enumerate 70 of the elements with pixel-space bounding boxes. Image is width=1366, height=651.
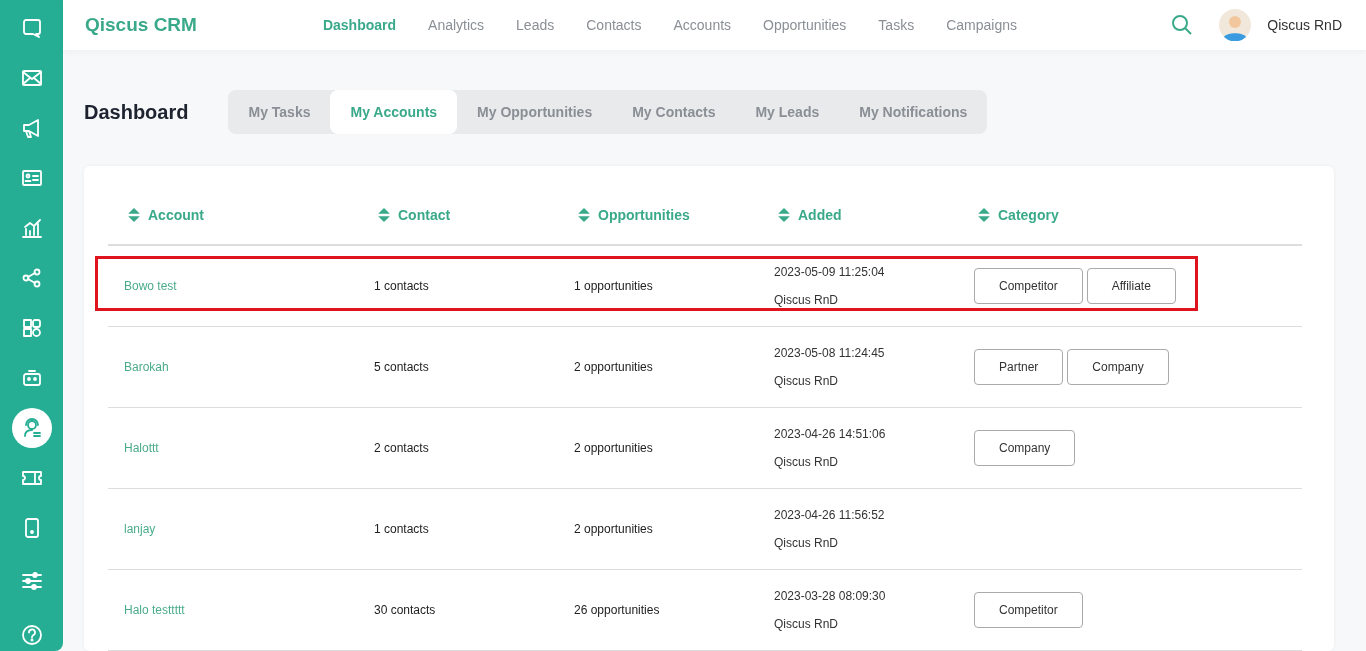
table-cell: 1 contacts [374,522,429,536]
date-text: 2023-04-26 14:51:06 [774,427,886,441]
brand-name: Qiscus CRM [85,14,197,36]
nav-link[interactable]: Accounts [673,17,732,33]
share-icon [20,267,43,289]
column-header[interactable]: Category [998,207,1059,223]
category-tag[interactable]: Competitor [974,592,1083,628]
table-cell: 30 contacts [374,603,436,617]
column-header[interactable]: Opportunities [598,207,690,223]
avatar-icon[interactable] [1219,9,1252,41]
grid-icon [20,317,43,339]
tab[interactable]: My Leads [735,90,840,134]
page-title: Dashboard [84,100,189,124]
sort-icon[interactable] [128,208,140,222]
account-link[interactable]: Barokah [124,360,169,374]
nav-link[interactable]: Analytics [428,17,485,33]
sort-icon[interactable] [378,208,390,222]
mail-icon [20,67,43,89]
tab[interactable]: My Contacts [612,90,736,134]
author-text: Qiscus RnD [774,536,838,550]
column-header[interactable]: Account [148,207,204,223]
table-cell: 1 opportunities [574,279,653,293]
settings-icon [20,570,43,592]
category-tag[interactable]: Affiliate [1086,268,1176,304]
tab[interactable]: My Opportunities [457,90,613,134]
tab[interactable]: My Accounts [330,90,458,134]
account-link[interactable]: Halottt [124,441,159,455]
sort-icon[interactable] [778,208,790,222]
author-text: Qiscus RnD [774,617,838,631]
nav-link[interactable]: Tasks [878,17,915,33]
chat-icon [20,17,43,39]
tab[interactable]: My Tasks [228,90,331,134]
nav-link[interactable]: Dashboard [322,17,397,33]
table-cell: 5 contacts [374,360,429,374]
help-icon [20,624,43,646]
account-link[interactable]: Bowo test [124,279,177,293]
column-header[interactable]: Added [798,207,842,223]
table-cell: 2 opportunities [574,522,653,536]
nav-link[interactable]: Contacts [586,17,642,33]
table-cell: 1 contacts [374,279,429,293]
category-tag[interactable]: Partner [974,349,1064,385]
nav-link[interactable]: Opportunities [763,17,847,33]
robot-icon [20,367,43,389]
author-text: Qiscus RnD [774,455,838,469]
account-link[interactable]: lanjay [124,522,156,536]
column-header[interactable]: Contact [398,207,451,223]
sidebar-item[interactable] [11,408,52,448]
author-text: Qiscus RnD [774,293,838,307]
category-tag[interactable]: Competitor [974,268,1083,304]
date-text: 2023-05-08 11:24:45 [774,346,885,360]
category-tag[interactable]: Company [1067,349,1169,385]
category-tag[interactable]: Company [974,430,1076,466]
sort-icon[interactable] [978,208,990,222]
author-text: Qiscus RnD [774,374,838,388]
account-link[interactable]: Halo testtttt [124,603,185,617]
sort-icon[interactable] [578,208,590,222]
user-name[interactable]: Qiscus RnD [1267,17,1342,33]
tab[interactable]: My Notifications [839,90,988,134]
table-cell: 2 contacts [374,441,429,455]
table-cell: 26 opportunities [574,603,660,617]
date-text: 2023-05-09 11:25:04 [774,265,885,279]
date-text: 2023-04-26 11:56:52 [774,508,885,522]
id-card-icon [20,167,43,189]
nav-link[interactable]: Leads [516,17,555,33]
chart-icon [20,217,43,239]
date-text: 2023-03-28 08:09:30 [774,589,886,603]
search-icon[interactable] [1171,14,1194,36]
table-cell: 2 opportunities [574,360,653,374]
table-cell: 2 opportunities [574,441,653,455]
nav-link[interactable]: Campaigns [946,17,1017,33]
